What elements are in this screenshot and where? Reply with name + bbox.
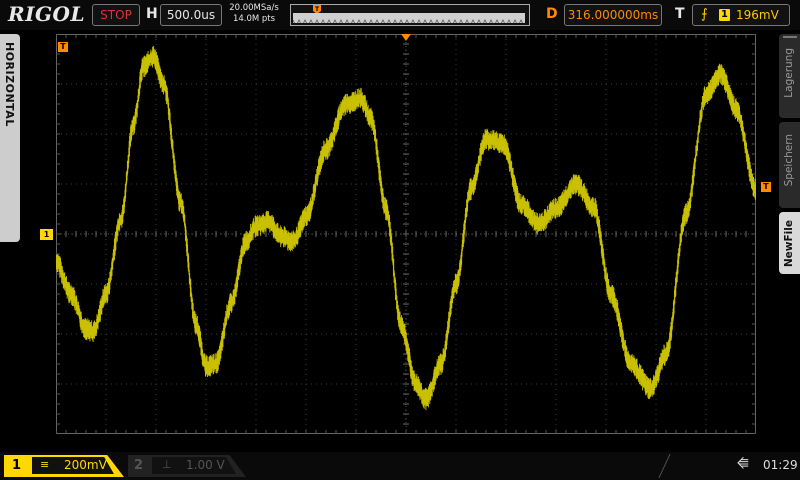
divider [658,454,671,478]
menu-item-label: Speichern [783,134,795,187]
trigger-source-badge: 1 [719,9,730,21]
bottom-status-bar: 1 ≡ 200mV 2 ⊥ 1.00 V ⭅ 01:29 [0,452,800,480]
ch1-number: 1 [12,458,22,473]
gnd-coupling-icon: ⊥ [162,458,172,471]
menu-item-speichern[interactable]: Speichern [779,122,800,208]
acquisition-info: 20.00MSa/s 14.0M pts [222,3,286,25]
trigger-position-marker-icon[interactable]: T [58,42,68,52]
top-status-bar: RIGOL STOP H 500.0us 20.00MSa/s 14.0M pt… [0,0,800,30]
trigger-position-arrow-icon [401,34,411,41]
delay-label: D [546,6,558,22]
run-state-label: STOP [100,8,132,22]
rising-edge-icon: ⨍ [701,7,708,22]
sample-rate: 20.00MSa/s [229,3,279,13]
timebase-box[interactable]: 500.0us [160,4,222,26]
ch1-offset-marker-icon[interactable]: 1 [40,229,53,240]
ch2-number: 2 [134,458,144,473]
overview-waveform [293,13,525,23]
trigger-label: T [675,6,685,22]
run-stop-indicator[interactable]: STOP [92,4,140,26]
ch2-settings: ⊥ 1.00 V [152,457,236,474]
ch1-waveform-trace [56,46,756,410]
ch1-settings: ≡ 200mV [32,457,114,474]
horizontal-tab-label: HORIZONTAL [3,42,16,127]
usb-icon: ⭅ [737,457,749,472]
ch1-scale: 200mV [64,458,107,472]
dc-coupling-icon: ≡ [40,458,50,471]
menu-item-label: Lagerung [783,48,795,98]
trigger-level-marker-icon[interactable]: T [761,182,771,192]
delay-box[interactable]: 316.000000ms [564,4,662,26]
overview-trace-line [293,19,523,23]
ch1-status[interactable]: 1 ≡ 200mV [4,455,124,477]
ch2-status[interactable]: 2 ⊥ 1.00 V [128,455,246,477]
overview-waveform-trace [293,19,523,23]
brand-logo: RIGOL [8,2,86,26]
menu-item-lagerung[interactable]: Lagerung [779,34,800,118]
memory-depth: 14.0M pts [232,14,276,24]
softkey-menu: Lagerung Speichern NewFile [779,34,800,274]
horizontal-label: H [146,6,158,22]
trigger-box[interactable]: ⨍ 1 196mV [692,4,790,26]
delay-value: 316.000000ms [567,8,659,22]
menu-divider [783,36,797,38]
menu-item-newfile[interactable]: NewFile [779,212,800,274]
timebase-value: 500.0us [166,8,216,22]
ch2-scale: 1.00 V [186,458,225,472]
menu-item-label: NewFile [783,220,795,268]
waveform-display [56,34,756,434]
horizontal-menu-tab[interactable]: HORIZONTAL [0,34,20,242]
trigger-level-value: 196mV [736,8,779,22]
memory-overview-bar[interactable]: T [290,4,530,26]
clock: 01:29 [763,458,798,472]
